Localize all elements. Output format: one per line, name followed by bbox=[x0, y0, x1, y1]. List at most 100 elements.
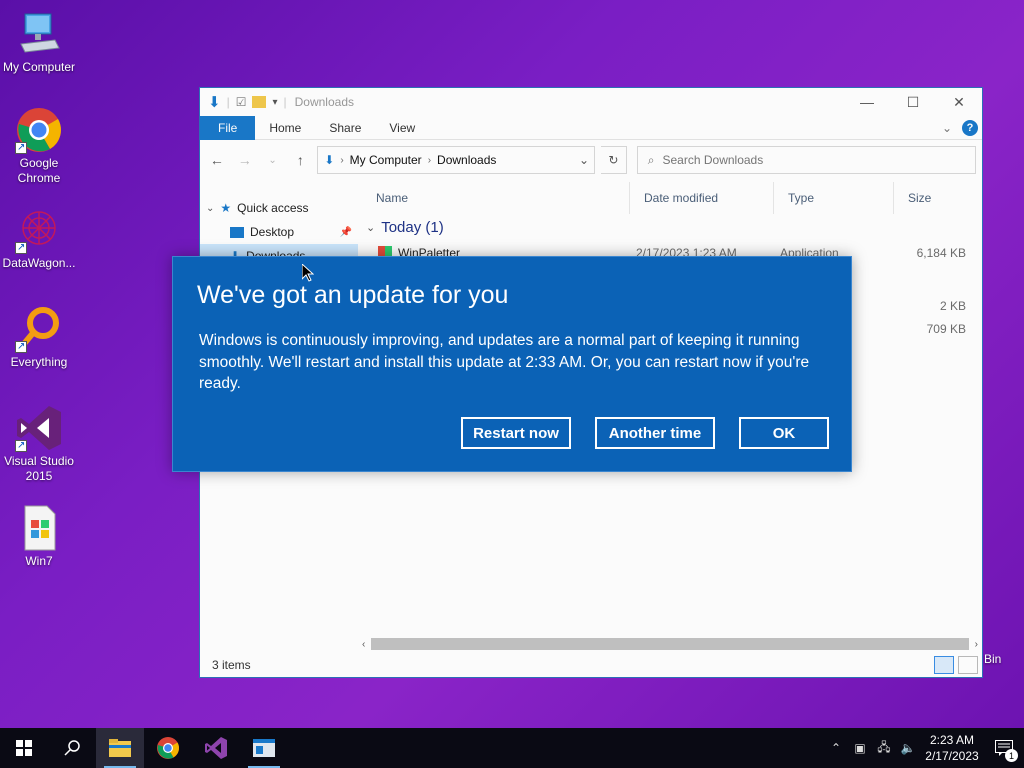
clock-date: 2/17/2023 bbox=[925, 749, 979, 763]
scroll-right-icon[interactable]: › bbox=[975, 639, 978, 650]
column-name[interactable]: Name bbox=[362, 182, 630, 214]
address-bar[interactable]: ⬇ › My Computer › Downloads ⌄ bbox=[317, 146, 595, 174]
star-icon: ★ bbox=[220, 201, 232, 215]
network-icon[interactable]: 🖧 bbox=[872, 728, 896, 768]
column-size[interactable]: Size bbox=[894, 182, 974, 214]
address-dropdown-icon[interactable]: ⌄ bbox=[574, 153, 594, 167]
scroll-thumb[interactable] bbox=[371, 638, 969, 650]
everything-search-icon bbox=[15, 305, 63, 354]
properties-icon[interactable]: ☑ bbox=[236, 95, 247, 109]
desktop-icon-visual-studio[interactable]: Visual Studio 2015 bbox=[0, 404, 78, 484]
recycle-bin-label[interactable]: Bin bbox=[984, 652, 1001, 666]
file-size: 2 KB bbox=[939, 299, 966, 313]
clock[interactable]: 2:23 AM 2/17/2023 bbox=[920, 732, 984, 764]
desktop-icon-my-computer[interactable]: My Computer bbox=[0, 10, 78, 75]
breadcrumb-my-computer[interactable]: My Computer bbox=[350, 153, 422, 167]
collapse-chevron-icon[interactable]: ⌄ bbox=[206, 203, 214, 214]
nav-desktop[interactable]: Desktop 📌 bbox=[200, 220, 358, 244]
scroll-left-icon[interactable]: ‹ bbox=[362, 639, 365, 650]
taskbar: ⌃ ▣ 🖧 🔈 2:23 AM 2/17/2023 1 bbox=[0, 728, 1024, 768]
volume-icon[interactable]: 🔈 bbox=[896, 728, 920, 768]
item-count: 3 items bbox=[212, 658, 251, 672]
desktop-icon-label: Visual Studio 2015 bbox=[4, 454, 74, 483]
mouse-cursor-icon bbox=[301, 262, 315, 285]
desktop-icon-datawagon[interactable]: DataWagon... bbox=[0, 206, 78, 271]
pin-icon: 📌 bbox=[339, 226, 352, 238]
search-button[interactable] bbox=[48, 728, 96, 768]
desktop-icon-win7[interactable]: Win7 bbox=[0, 504, 78, 569]
minimize-button[interactable]: — bbox=[844, 88, 890, 116]
nav-label: Quick access bbox=[237, 201, 309, 215]
maximize-button[interactable]: ☐ bbox=[890, 88, 936, 116]
winpaletter-icon bbox=[253, 739, 275, 757]
tab-share[interactable]: Share bbox=[315, 116, 375, 140]
datawagon-icon bbox=[15, 206, 63, 255]
group-header-today[interactable]: ⌄ Today (1) bbox=[362, 214, 982, 240]
collapse-chevron-icon[interactable]: ⌄ bbox=[366, 221, 375, 234]
shortcut-arrow-icon bbox=[15, 140, 27, 155]
shortcut-arrow-icon bbox=[15, 339, 27, 354]
file-size: 709 KB bbox=[926, 322, 966, 336]
window-title: Downloads bbox=[294, 95, 354, 109]
show-hidden-icons-icon[interactable]: ⌃ bbox=[824, 728, 848, 768]
restart-now-button[interactable]: Restart now bbox=[461, 417, 571, 449]
visual-studio-icon bbox=[15, 404, 63, 453]
horizontal-scrollbar[interactable]: ‹ › bbox=[362, 637, 978, 651]
security-icon[interactable]: ▣ bbox=[848, 728, 872, 768]
new-folder-icon[interactable] bbox=[252, 96, 267, 108]
expand-ribbon-icon[interactable]: ⌄ bbox=[942, 121, 952, 135]
search-input[interactable]: ⌕ Search Downloads bbox=[636, 146, 976, 174]
desktop-icon-google-chrome[interactable]: Google Chrome bbox=[0, 106, 78, 186]
column-date-modified[interactable]: Date modified bbox=[630, 182, 774, 214]
large-icons-view-icon[interactable] bbox=[958, 656, 978, 674]
back-arrow-icon[interactable]: ← bbox=[206, 152, 228, 168]
win7-file-icon bbox=[15, 504, 63, 552]
shortcut-arrow-icon bbox=[15, 240, 27, 255]
update-dialog: We've got an update for you Windows is c… bbox=[172, 256, 852, 472]
details-view-icon[interactable] bbox=[934, 656, 954, 674]
search-placeholder: Search Downloads bbox=[662, 153, 764, 167]
action-center-button[interactable]: 1 bbox=[984, 728, 1024, 768]
clock-time: 2:23 AM bbox=[929, 733, 975, 747]
tab-home[interactable]: Home bbox=[255, 116, 315, 140]
chrome-icon bbox=[15, 106, 63, 155]
dialog-title: We've got an update for you bbox=[197, 281, 509, 309]
taskbar-file-explorer[interactable] bbox=[96, 728, 144, 768]
file-size: 6,184 KB bbox=[916, 246, 966, 260]
column-headers: Name Date modified Type Size bbox=[362, 182, 982, 214]
desktop-icon-label: My Computer bbox=[2, 60, 76, 74]
navigation-bar: ← → ⌄ ↑ ⬇ › My Computer › Downloads ⌄ ↻ … bbox=[200, 140, 982, 180]
close-button[interactable]: ✕ bbox=[936, 88, 982, 116]
computer-icon bbox=[15, 10, 63, 58]
start-button[interactable] bbox=[0, 728, 48, 768]
ok-button[interactable]: OK bbox=[739, 417, 829, 449]
tab-file[interactable]: File bbox=[200, 115, 256, 140]
desktop-folder-icon bbox=[230, 226, 244, 238]
help-icon[interactable]: ? bbox=[962, 119, 978, 136]
downloads-location-icon: ⬇ bbox=[324, 153, 335, 167]
ribbon-tabs: File Home Share View ⌄ ? bbox=[200, 115, 982, 140]
refresh-icon[interactable]: ↻ bbox=[600, 146, 627, 174]
desktop-icon-label: Win7 bbox=[25, 554, 53, 568]
another-time-button[interactable]: Another time bbox=[595, 417, 715, 449]
forward-arrow-icon[interactable]: → bbox=[234, 152, 256, 168]
breadcrumb-downloads[interactable]: Downloads bbox=[437, 153, 496, 167]
download-arrow-icon: ⬇ bbox=[208, 94, 221, 111]
tab-view[interactable]: View bbox=[375, 116, 429, 140]
taskbar-chrome[interactable] bbox=[144, 728, 192, 768]
column-type[interactable]: Type bbox=[774, 182, 894, 214]
folder-icon bbox=[109, 739, 131, 757]
desktop-icon-label: DataWagon... bbox=[2, 256, 76, 270]
up-arrow-icon[interactable]: ↑ bbox=[289, 152, 311, 168]
nav-quick-access[interactable]: ⌄ ★ Quick access bbox=[200, 196, 358, 220]
customize-toolbar-icon[interactable]: ▾ bbox=[272, 97, 277, 108]
windows-logo-icon bbox=[16, 740, 32, 756]
explorer-titlebar[interactable]: ⬇ | ☑ ▾ | Downloads — ☐ ✕ bbox=[200, 88, 982, 116]
taskbar-visual-studio[interactable] bbox=[192, 728, 240, 768]
system-tray: ⌃ ▣ 🖧 🔈 2:23 AM 2/17/2023 1 bbox=[824, 728, 1024, 768]
taskbar-winpaletter[interactable] bbox=[240, 728, 288, 768]
dialog-message: Windows is continuously improving, and u… bbox=[199, 332, 810, 392]
status-bar: 3 items bbox=[200, 653, 982, 677]
desktop-icon-everything[interactable]: Everything bbox=[0, 305, 78, 370]
recent-locations-icon[interactable]: ⌄ bbox=[262, 155, 284, 166]
